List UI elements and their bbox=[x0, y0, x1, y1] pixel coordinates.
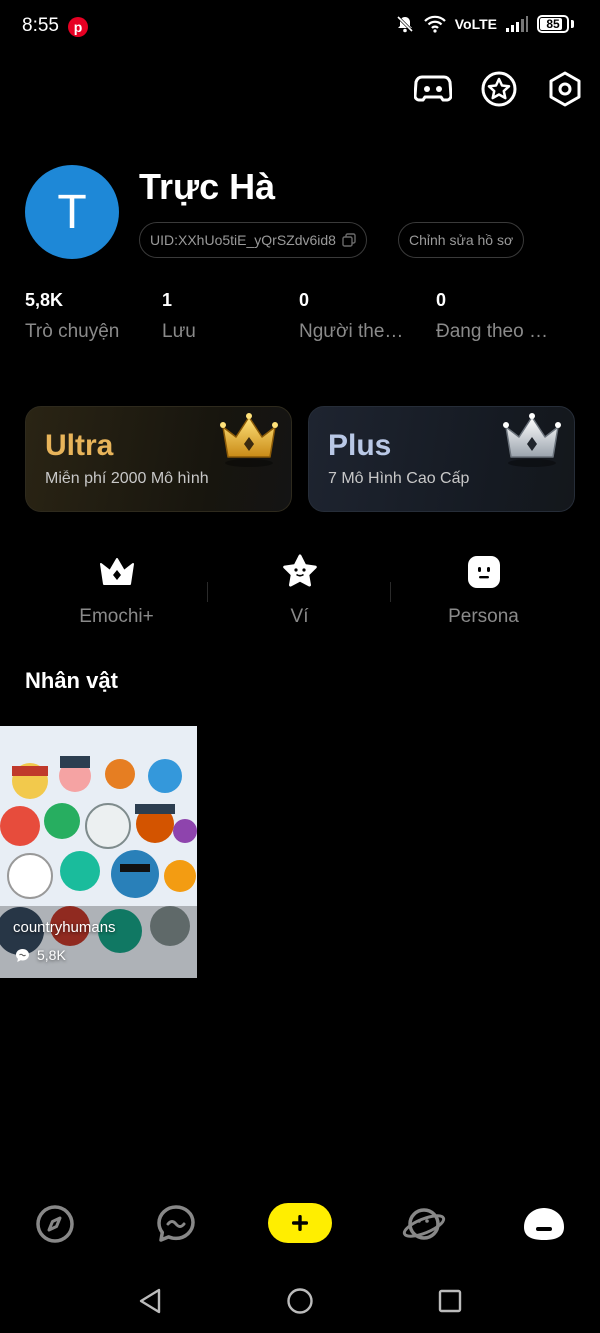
wifi-icon bbox=[423, 15, 446, 33]
character-chat-count: 5,8K bbox=[15, 947, 66, 963]
stat-label: Người theo dõi bbox=[299, 321, 411, 342]
stat-chats[interactable]: 5,8K Trò chuyện bbox=[25, 290, 155, 343]
recents-icon[interactable] bbox=[435, 1286, 465, 1316]
character-chat-count-value: 5,8K bbox=[37, 947, 66, 963]
status-time: 8:55 bbox=[22, 15, 59, 36]
persona-face-icon bbox=[464, 552, 504, 592]
avatar-initial: T bbox=[57, 185, 87, 239]
battery-tip bbox=[571, 20, 574, 28]
uid-text: UID:XXhUo5tiE_yQrSZdv6id8 bbox=[150, 232, 336, 248]
ultra-membership-card[interactable]: Ultra Miễn phí 2000 Mô hình bbox=[25, 406, 292, 512]
shortcut-emochi-plus[interactable]: Emochi+ bbox=[25, 552, 208, 628]
signal-icon bbox=[506, 16, 528, 32]
mute-icon bbox=[396, 15, 413, 33]
uid-chip[interactable]: UID:XXhUo5tiE_yQrSZdv6id8 bbox=[139, 222, 367, 258]
bottom-navigation bbox=[0, 1190, 600, 1256]
discord-icon[interactable] bbox=[414, 70, 452, 108]
system-navigation bbox=[0, 1268, 600, 1333]
wallet-star-icon bbox=[280, 552, 320, 592]
stat-value: 0 bbox=[436, 290, 447, 310]
settings-icon[interactable] bbox=[546, 70, 584, 108]
copy-icon[interactable] bbox=[342, 233, 356, 247]
character-card[interactable]: countryhumans 5,8K bbox=[0, 726, 197, 978]
shortcut-label: Persona bbox=[448, 606, 519, 627]
crown-icon bbox=[97, 552, 137, 592]
profile-name: Trực Hà bbox=[139, 166, 276, 207]
plus-title: Plus bbox=[328, 429, 392, 462]
stat-label: Lưu bbox=[162, 321, 196, 342]
shortcut-label: Emochi+ bbox=[79, 606, 154, 627]
gold-crown-icon bbox=[220, 413, 278, 467]
divider bbox=[390, 582, 391, 602]
edit-profile-label: Chỉnh sửa hồ sơ bbox=[409, 232, 514, 248]
character-name: countryhumans bbox=[13, 919, 116, 936]
shortcut-persona[interactable]: Persona bbox=[392, 552, 575, 628]
profile-stats: 5,8K Trò chuyện 1 Lưu 0 Người theo dõi 0… bbox=[25, 290, 575, 350]
create-icon[interactable] bbox=[268, 1203, 332, 1243]
stat-followers[interactable]: 0 Người theo dõi bbox=[299, 290, 411, 343]
character-cover-image bbox=[0, 726, 197, 978]
stat-saved[interactable]: 1 Lưu bbox=[162, 290, 292, 343]
avatar[interactable]: T bbox=[25, 165, 119, 259]
battery-level: 85 bbox=[546, 17, 560, 31]
ultra-title: Ultra bbox=[45, 429, 114, 462]
planet-icon[interactable] bbox=[402, 1202, 446, 1246]
shortcut-label: Ví bbox=[290, 606, 309, 627]
chat-bubble-icon bbox=[16, 948, 29, 962]
edit-profile-button[interactable]: Chỉnh sửa hồ sơ bbox=[398, 222, 525, 258]
battery-icon: 85 bbox=[537, 15, 569, 33]
plus-subtitle: 7 Mô Hình Cao Cấp bbox=[328, 470, 470, 487]
star-badge-icon[interactable] bbox=[480, 70, 518, 108]
profile-shortcuts: Emochi+ Ví Persona bbox=[25, 552, 575, 632]
pinterest-icon: p bbox=[68, 17, 88, 37]
top-actions bbox=[414, 70, 584, 108]
profile-icon[interactable] bbox=[522, 1202, 566, 1246]
chat-icon[interactable] bbox=[154, 1202, 198, 1246]
plus-membership-card[interactable]: Plus 7 Mô Hình Cao Cấp bbox=[308, 406, 575, 512]
shortcut-wallet[interactable]: Ví bbox=[208, 552, 391, 628]
silver-crown-icon bbox=[503, 413, 561, 467]
stat-label: Đang theo dõi bbox=[436, 321, 551, 342]
stat-value: 5,8K bbox=[25, 290, 64, 310]
stat-value: 0 bbox=[299, 290, 310, 310]
back-icon[interactable] bbox=[135, 1286, 165, 1316]
network-label: VoLTE bbox=[454, 16, 497, 32]
stat-following[interactable]: 0 Đang theo dõi bbox=[436, 290, 551, 343]
status-indicators: VoLTE 85 bbox=[395, 14, 574, 34]
characters-section-title: Nhân vật bbox=[25, 668, 118, 693]
home-icon[interactable] bbox=[285, 1286, 315, 1316]
stat-label: Trò chuyện bbox=[25, 321, 120, 342]
status-bar: 8:55 p VoLTE 85 bbox=[0, 0, 600, 54]
explore-icon[interactable] bbox=[33, 1202, 77, 1246]
ultra-subtitle: Miễn phí 2000 Mô hình bbox=[45, 470, 209, 487]
stat-value: 1 bbox=[162, 290, 173, 310]
